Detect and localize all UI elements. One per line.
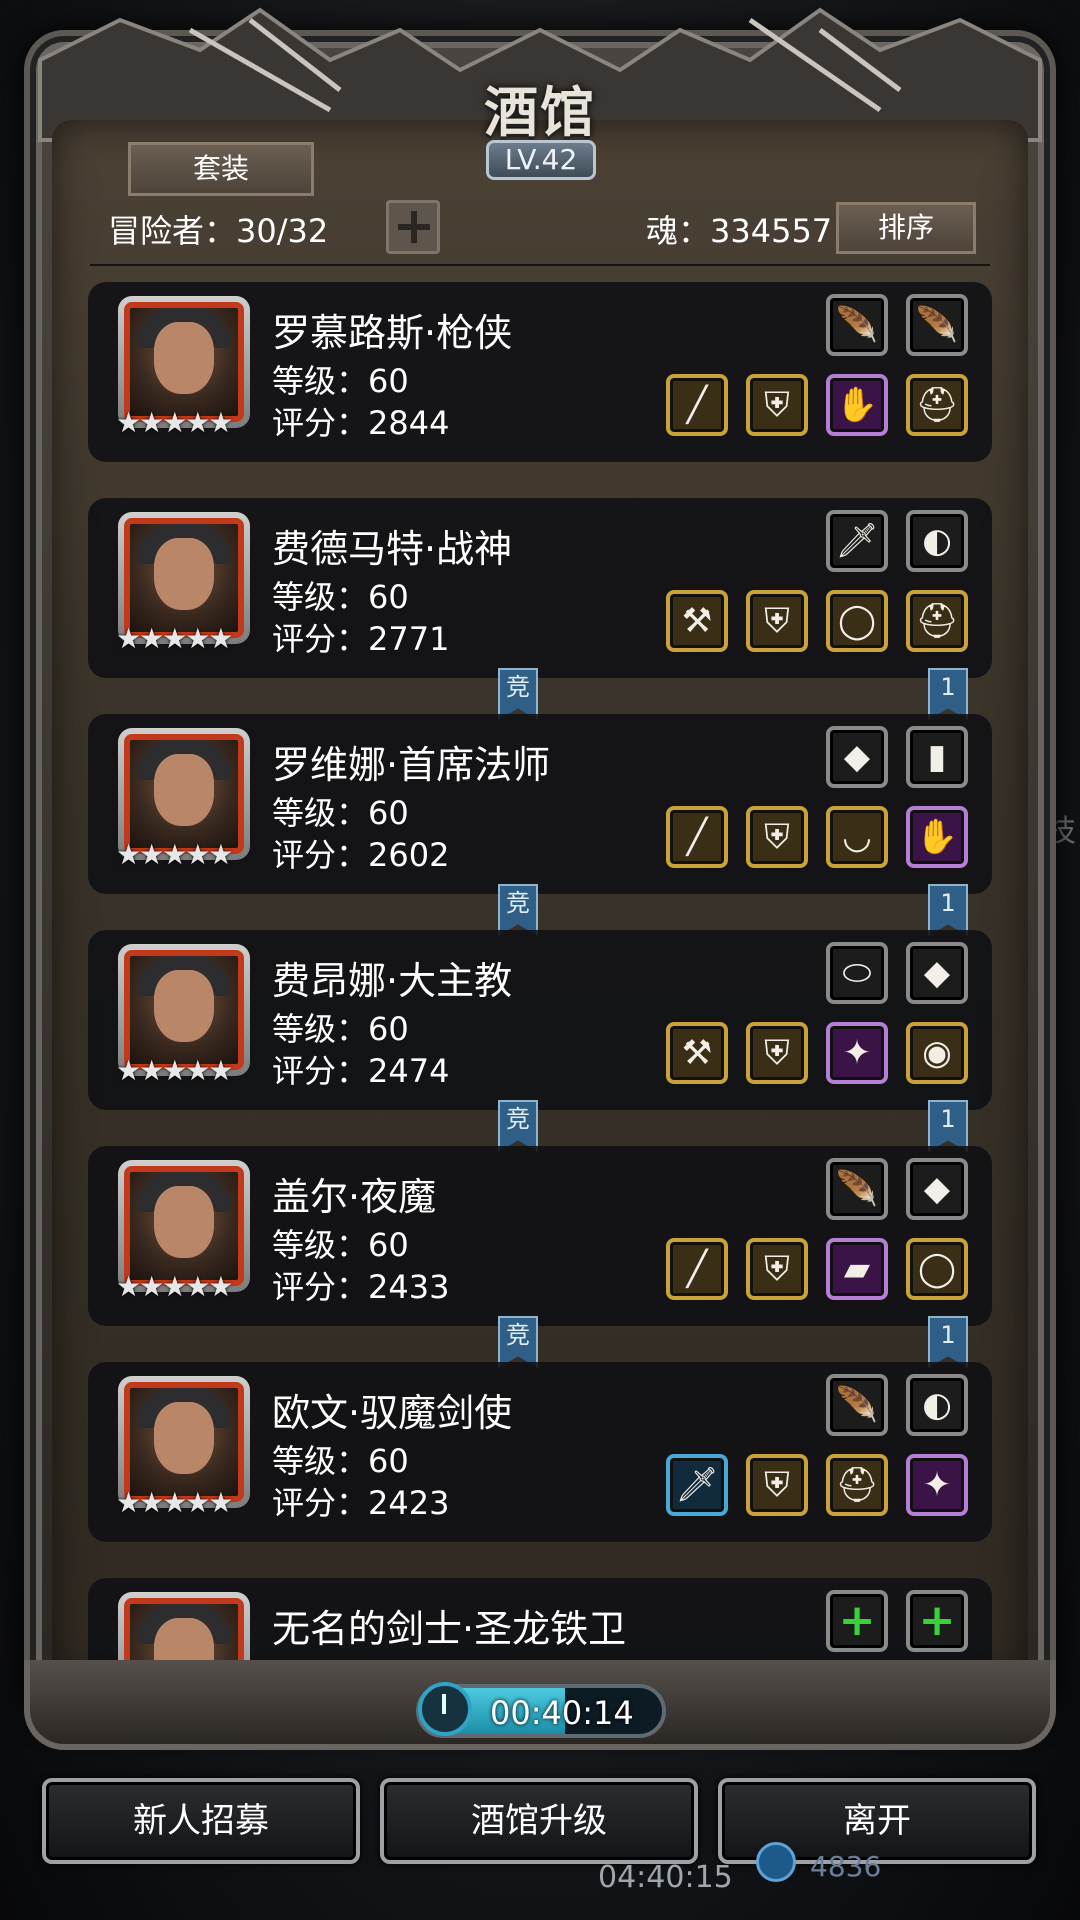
amulet-icon[interactable]: ✦ [826,1022,888,1084]
hero-level: 等级：60 [272,1010,409,1048]
hero-level: 等级：60 [272,362,409,400]
star-rating: ★★★★★ [116,838,234,871]
add-equipment-icon[interactable]: + [826,1590,888,1652]
divider [90,264,990,266]
tavern-level-badge: LV.42 [486,140,596,180]
ring-icon[interactable]: ◉ [906,1022,968,1084]
crystal-icon[interactable]: ◆ [826,726,888,788]
helmet-icon[interactable]: ⛑ [906,374,968,436]
hero-score: 评分：2602 [272,836,450,874]
hammer-icon[interactable]: ⚒ [666,1022,728,1084]
hero-card[interactable]: 无名的剑士·圣龙铁卫 等级 + + [88,1578,992,1662]
armor-icon[interactable]: ⛨ [746,806,808,868]
feather-icon[interactable]: 🪶 [826,1158,888,1220]
plank-icon[interactable]: ▰ [826,1238,888,1300]
helmet-icon[interactable]: ⛑ [826,1454,888,1516]
ring-icon[interactable]: ◯ [826,590,888,652]
hero-card[interactable]: ★★★★★ 欧文·驭魔剑使 等级：60 评分：2423 🪶 ◐ 🗡 ⛨ ⛑ ✦ [88,1362,992,1542]
amulet-icon[interactable]: ✦ [906,1454,968,1516]
star-rating: ★★★★★ [116,1486,234,1519]
armor-icon[interactable]: ⛨ [746,1454,808,1516]
hero-score: 评分：2423 [272,1484,450,1522]
hero-score: 评分：2474 [272,1052,450,1090]
hero-level: 等级：60 [272,794,409,832]
crystal-icon[interactable]: ◆ [906,942,968,1004]
hero-card[interactable]: ★★★★★ 费昂娜·大主教 等级：60 评分：2474 ⬭ ◆ ⚒ ⛨ ✦ ◉ [88,930,992,1110]
background-clock: 04:40:15 [598,1860,733,1895]
feather-icon[interactable]: 🪶 [826,1374,888,1436]
add-equipment-icon[interactable]: + [906,1590,968,1652]
suit-button[interactable]: 套装 [128,142,314,196]
add-adventurer-button[interactable] [386,200,440,254]
dagger-icon[interactable]: 🗡 [826,510,888,572]
feather-icon[interactable]: 🪶 [826,294,888,356]
hero-score: 评分：2844 [272,404,450,442]
background-gem-count: 4836 [810,1850,882,1883]
hero-card[interactable]: ★★★★★ 罗维娜·首席法师 等级：60 评分：2602 ◆ ▮ ╱ ⛨ ◡ ✋ [88,714,992,894]
sort-button[interactable]: 排序 [836,202,976,254]
hero-name: 费昂娜·大主教 [272,959,513,1003]
hero-name: 盖尔·夜魔 [272,1175,437,1219]
hero-name: 欧文·驭魔剑使 [272,1391,513,1435]
rank-number-tag: 1 [928,884,968,936]
arena-tag: 竞 [498,1316,538,1368]
armor-icon[interactable]: ⛨ [746,590,808,652]
rank-number-tag: 1 [928,668,968,720]
hero-card[interactable]: ★★★★★ 费德马特·战神 等级：60 评分：2771 🗡 ◐ ⚒ ⛨ ◯ ⛑ [88,498,992,678]
hero-name: 罗维娜·首席法师 [272,743,551,787]
bracelet-icon[interactable]: ◯ [906,1238,968,1300]
arena-tag: 竞 [498,884,538,936]
page-title: 酒馆 [484,80,596,144]
adventurer-count: 冒险者：30/32 [108,212,329,250]
armor-icon[interactable]: ⛨ [746,1238,808,1300]
soul-counter: 魂：334557 [646,212,833,250]
star-rating: ★★★★★ [116,1054,234,1087]
hero-score: 评分：2433 [272,1268,450,1306]
hero-level: 等级：60 [272,1226,409,1264]
recruit-button[interactable]: 新人招募 [42,1778,360,1864]
book-icon[interactable]: ▮ [906,726,968,788]
timer-text: 00:40:14 [490,1694,634,1732]
hero-card[interactable]: ★★★★★ 盖尔·夜魔 等级：60 评分：2433 🪶 ◆ ╱ ⛨ ▰ ◯ [88,1146,992,1326]
star-rating: ★★★★★ [116,622,234,655]
arena-tag: 竞 [498,668,538,720]
hero-name: 费德马特·战神 [272,527,513,571]
feather-icon[interactable]: 🪶 [906,294,968,356]
hero-portrait[interactable] [118,1592,250,1662]
sword-icon[interactable]: 🗡 [666,1454,728,1516]
hero-score: 评分：2771 [272,620,450,658]
gauntlet-icon[interactable]: ✋ [826,374,888,436]
tavern-upgrade-button[interactable]: 酒馆升级 [380,1778,698,1864]
staff-icon[interactable]: ╱ [666,806,728,868]
armor-icon[interactable]: ⛨ [746,374,808,436]
rank-number-tag: 1 [928,1100,968,1152]
armor-icon[interactable]: ⛨ [746,1022,808,1084]
fur-icon[interactable]: ◐ [906,1374,968,1436]
hero-card[interactable]: ★★★★★ 罗慕路斯·枪侠 等级：60 评分：2844 🪶 🪶 ╱ ⛨ ✋ ⛑ [88,282,992,462]
hero-level: 等级：60 [272,1442,409,1480]
axe-icon[interactable]: ⚒ [666,590,728,652]
helmet-icon[interactable]: ⛑ [906,590,968,652]
necklace-icon[interactable]: ◡ [826,806,888,868]
sword-icon[interactable]: ╱ [666,1238,728,1300]
scroll-icon[interactable]: ⬭ [826,942,888,1004]
star-rating: ★★★★★ [116,1270,234,1303]
hero-name: 罗慕路斯·枪侠 [272,311,513,355]
gem-icon [756,1842,796,1882]
star-rating: ★★★★★ [116,406,234,439]
rank-number-tag: 1 [928,1316,968,1368]
hero-list[interactable]: ★★★★★ 罗慕路斯·枪侠 等级：60 评分：2844 🪶 🪶 ╱ ⛨ ✋ ⛑ … [88,282,992,1662]
fur-icon[interactable]: ◐ [906,510,968,572]
arena-tag: 竞 [498,1100,538,1152]
hero-name: 无名的剑士·圣龙铁卫 [272,1607,627,1651]
clock-icon [418,1682,472,1736]
spear-icon[interactable]: ╱ [666,374,728,436]
hero-level: 等级：60 [272,578,409,616]
gauntlet-icon[interactable]: ✋ [906,806,968,868]
crystal-icon[interactable]: ◆ [906,1158,968,1220]
